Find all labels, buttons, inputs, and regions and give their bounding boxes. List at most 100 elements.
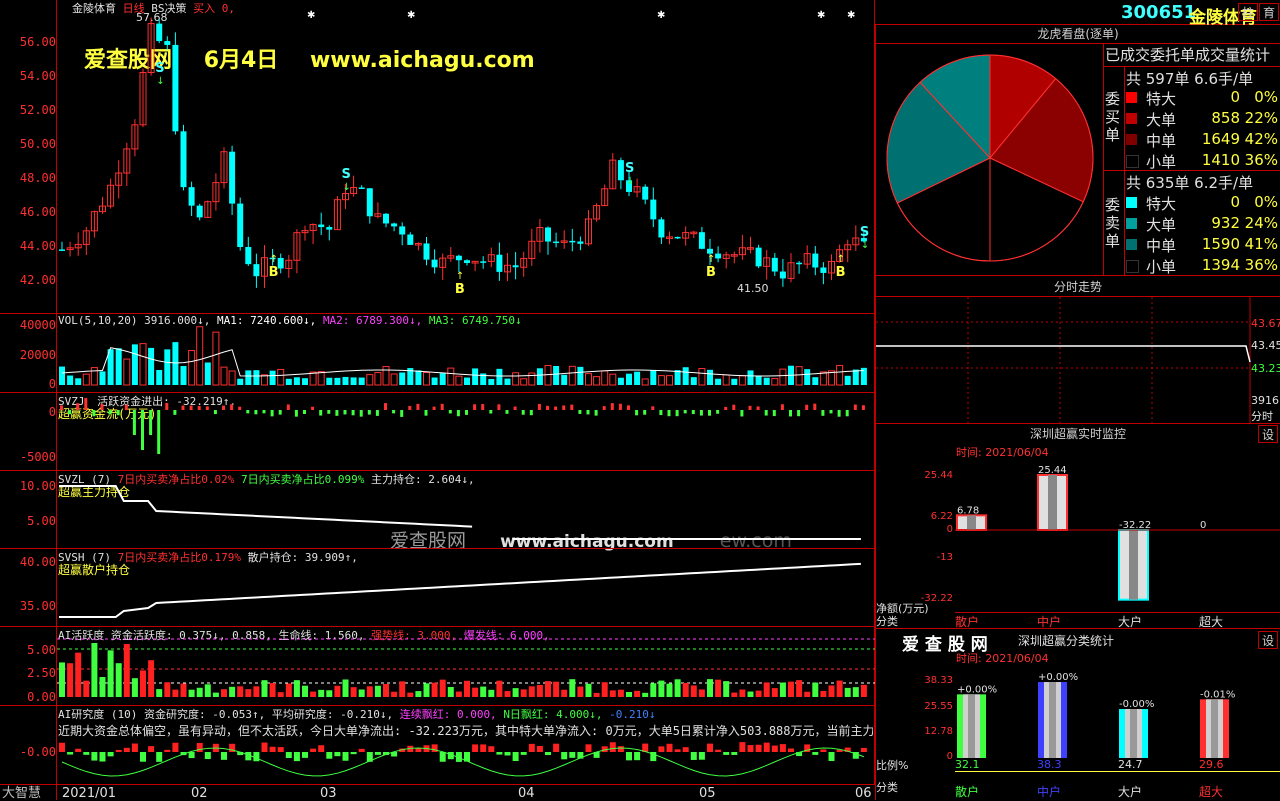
buy-signal: B xyxy=(269,265,279,280)
column-button[interactable]: 柱 xyxy=(1238,3,1258,21)
svzj-bar xyxy=(772,410,776,417)
ai-bar xyxy=(107,650,114,697)
monitor-bar-shade xyxy=(1129,530,1138,600)
brand-label: 大智慧 xyxy=(2,786,42,801)
volume-bar xyxy=(747,370,754,385)
date-label: 05 xyxy=(699,786,716,801)
ai-bar xyxy=(115,663,122,697)
research-bar xyxy=(812,752,819,755)
svzj-bar xyxy=(327,410,331,414)
y-tick: 50.00 xyxy=(19,137,56,151)
ai-bar xyxy=(698,689,705,697)
monitor-xlabel: 分类 xyxy=(876,615,898,628)
research-bar xyxy=(140,752,146,762)
volume-bar xyxy=(601,370,609,386)
class-cat: 中户 xyxy=(1037,785,1062,799)
ai-bar xyxy=(83,680,90,697)
legend-swatch xyxy=(1126,92,1137,103)
svzj-bar xyxy=(311,406,315,410)
svzj-bar xyxy=(165,403,169,410)
svzj-bar xyxy=(432,406,436,410)
class-cat: 超大 xyxy=(1199,785,1224,799)
research-bar xyxy=(771,745,778,752)
ai-bar xyxy=(366,686,373,697)
volume-bar xyxy=(358,377,365,385)
candle-body xyxy=(172,44,179,132)
svzj-bar xyxy=(546,405,549,410)
research-bar xyxy=(67,752,74,755)
research-bar xyxy=(828,752,835,761)
candle-body xyxy=(431,259,438,268)
ai-bar xyxy=(779,682,786,697)
research-bar xyxy=(318,745,325,752)
monitor-tick: 0 xyxy=(946,524,953,535)
sell-arrow: ↓ xyxy=(156,76,164,87)
research-bar xyxy=(196,742,203,752)
intraday-price-low: 43.23 xyxy=(1251,362,1280,375)
svzj-bar xyxy=(116,410,120,416)
research-bar xyxy=(690,752,697,760)
svzj-bar xyxy=(756,406,760,410)
candle-body xyxy=(796,262,803,265)
monitor-tick: 6.22 xyxy=(930,511,953,522)
candle-body xyxy=(59,249,65,251)
svzj-chart xyxy=(60,398,865,454)
research-bar xyxy=(59,742,65,752)
candle-body xyxy=(383,213,389,224)
research-bar xyxy=(415,748,422,752)
detail-button[interactable]: 育 xyxy=(1259,3,1279,21)
legend-swatch xyxy=(1126,260,1139,273)
class-xlabel: 分类 xyxy=(876,781,898,794)
candle-body xyxy=(480,261,487,263)
research-bar xyxy=(204,752,211,760)
volume-bar xyxy=(738,375,746,386)
candle-body xyxy=(650,199,657,220)
candlestick-chart[interactable]: B↑B↑ B↑B↑S↓S↓S↓S↓✱ ✱ ✱ ✱ ✱ xyxy=(57,0,875,314)
monitor-tick: 25.44 xyxy=(924,470,953,481)
ai-bar xyxy=(488,689,495,697)
class-settings-button[interactable]: 设 xyxy=(1258,631,1278,649)
svzj-bar xyxy=(213,410,217,415)
svzj-bar xyxy=(400,410,404,417)
date-label: 04 xyxy=(518,786,535,801)
volume-bar xyxy=(609,373,617,386)
candle-body xyxy=(366,188,373,217)
research-bar xyxy=(512,752,519,762)
buy-arrow: ↑ xyxy=(707,254,715,265)
class-pct-label: +0.00% xyxy=(957,684,997,695)
volume-bar xyxy=(59,366,65,385)
candle-body xyxy=(229,151,236,204)
stats-title: 已成交委托单成交量统计 xyxy=(1105,46,1271,64)
ai-bar xyxy=(148,660,155,697)
volume-bar xyxy=(472,368,479,385)
candle-body xyxy=(464,260,470,264)
volume-bar xyxy=(455,375,463,386)
ai-bar xyxy=(447,686,454,697)
research-bar xyxy=(156,752,163,762)
candle-body xyxy=(391,223,398,227)
svzj-bar xyxy=(343,410,347,415)
monitor-settings-button[interactable]: 设 xyxy=(1258,425,1278,443)
sell-total: 共 635单 6.2手/单 xyxy=(1126,174,1254,192)
svzj-bar xyxy=(384,403,387,410)
volume-bar xyxy=(204,362,211,385)
candle-body xyxy=(156,23,163,42)
svzj-bar xyxy=(845,410,849,417)
svzj-bar xyxy=(319,410,323,416)
buy-signal: B xyxy=(455,282,465,297)
sell-signal: S xyxy=(625,161,634,176)
ai-bar xyxy=(237,686,244,697)
volume-bar xyxy=(139,343,147,386)
candle-body xyxy=(779,271,786,279)
ai-bar xyxy=(788,681,794,697)
candle-body xyxy=(277,257,284,269)
star-marker: ✱ xyxy=(407,10,415,21)
ai-bar xyxy=(464,680,470,697)
ai-bar xyxy=(585,683,592,697)
ai-bar xyxy=(536,684,543,697)
svsh-chart xyxy=(59,562,861,618)
volume-bar xyxy=(131,344,138,385)
volume-bar xyxy=(350,377,357,385)
svzj-tick: 0 xyxy=(48,405,56,419)
sell-signal: S xyxy=(342,167,351,182)
